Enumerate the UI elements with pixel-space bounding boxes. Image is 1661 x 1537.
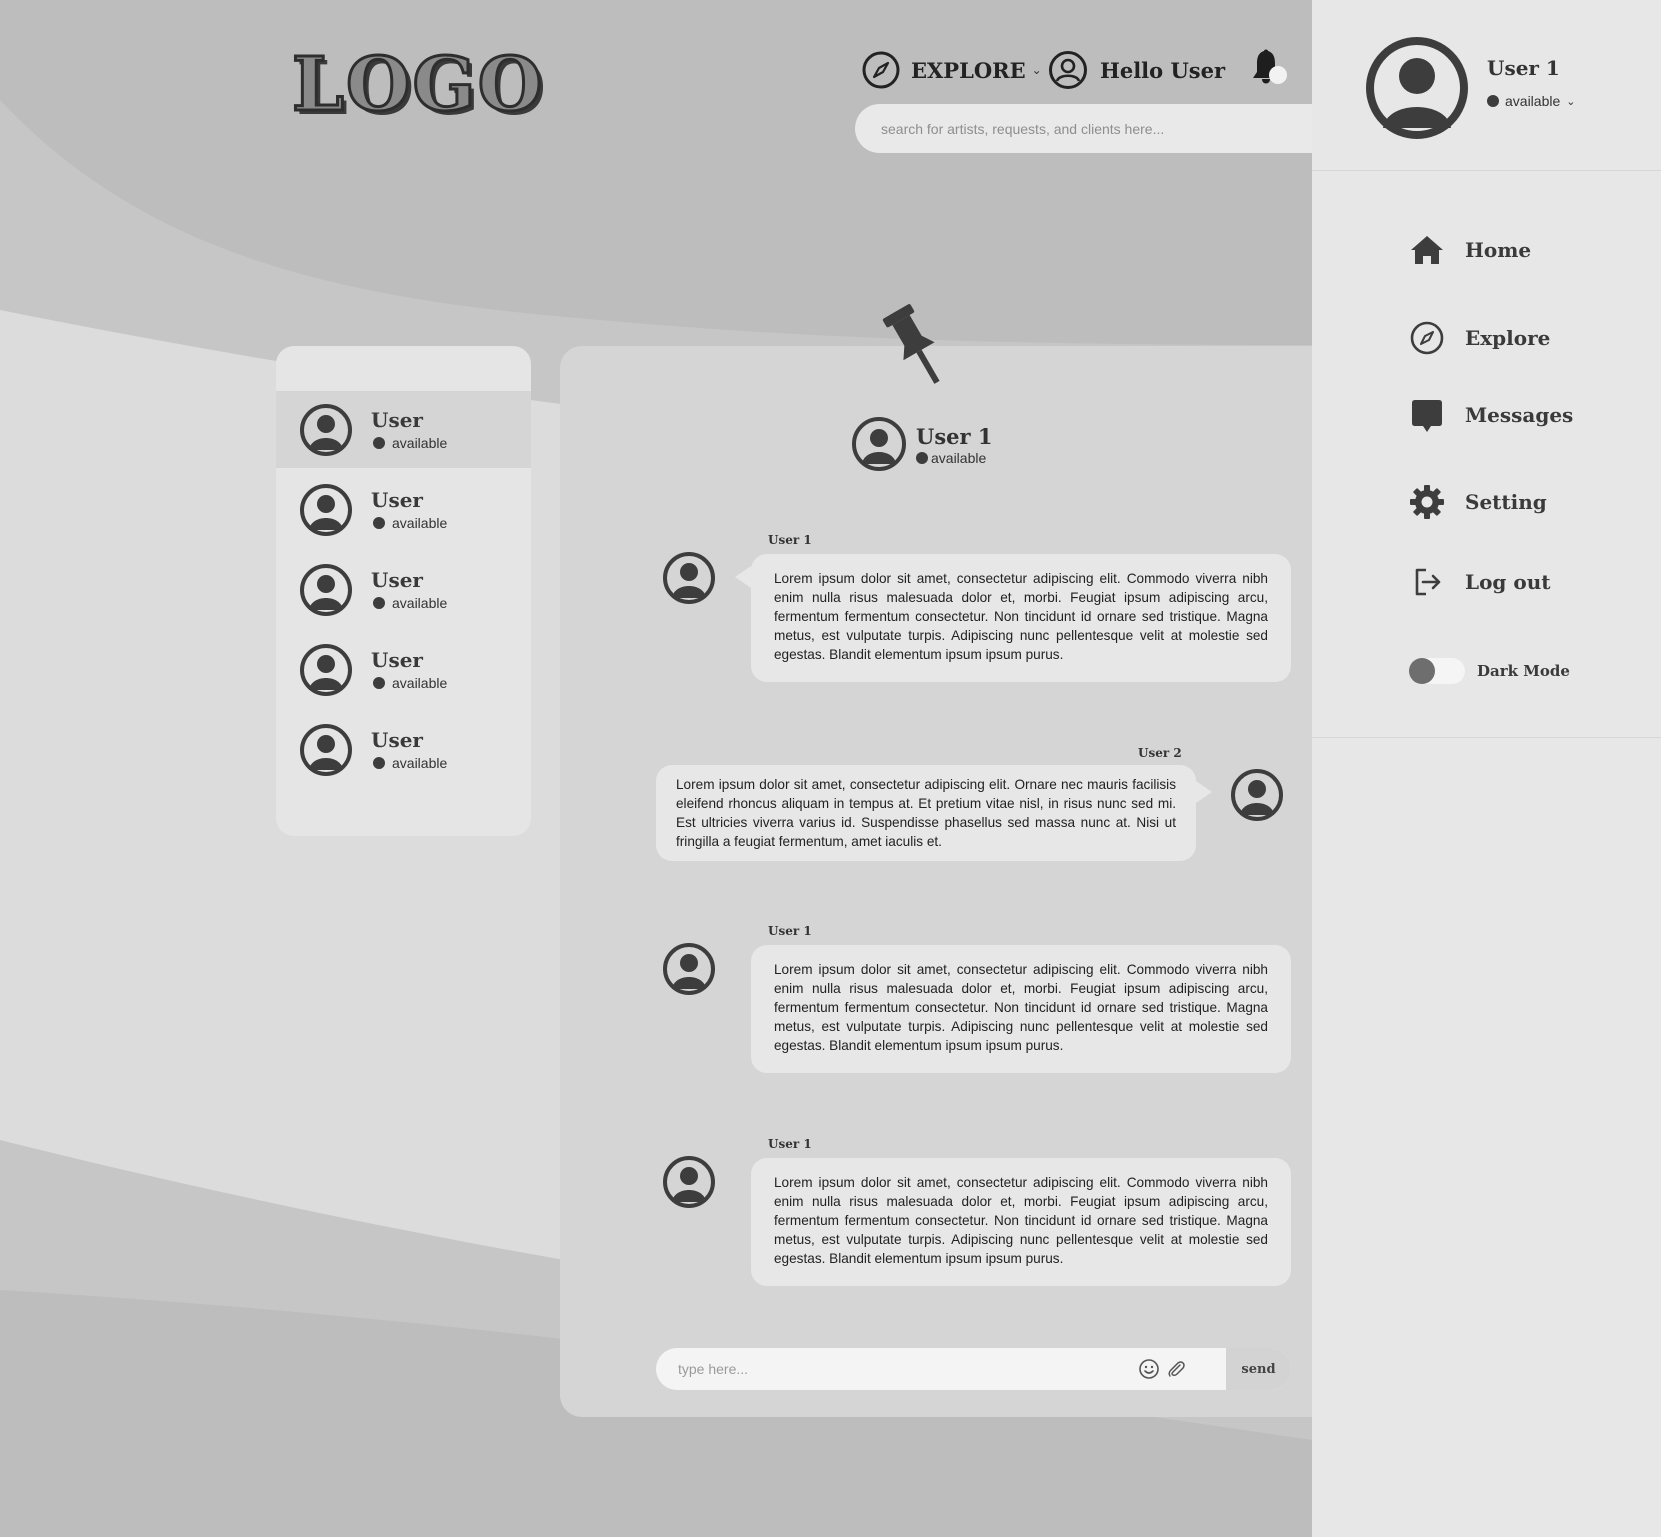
user-icon xyxy=(1049,51,1087,89)
notification-bell-icon[interactable] xyxy=(1246,48,1290,88)
contact-status-label: available xyxy=(392,515,448,531)
sidebar-item-explore[interactable]: Explore xyxy=(1409,320,1550,356)
profile-name: User 1 xyxy=(1487,56,1560,80)
message-text: Lorem ipsum dolor sit amet, consectetur … xyxy=(774,962,1268,1053)
avatar xyxy=(300,644,352,696)
message-sender: User 1 xyxy=(768,1137,812,1151)
greeting-text: Hello User xyxy=(1100,57,1226,83)
contacts-list: User available User available User avail… xyxy=(276,346,531,836)
list-item[interactable]: User available xyxy=(276,631,531,708)
status-dot xyxy=(916,452,928,464)
avatar xyxy=(300,564,352,616)
explore-menu[interactable]: EXPLORE ⌄ xyxy=(861,50,1042,90)
status-dot xyxy=(1487,95,1499,107)
contact-name: User xyxy=(371,728,423,752)
dark-mode-row: Dark Mode xyxy=(1409,658,1570,684)
user-greeting[interactable]: Hello User xyxy=(1048,50,1225,90)
sidebar-item-home[interactable]: Home xyxy=(1409,232,1531,268)
message-text: Lorem ipsum dolor sit amet, consectetur … xyxy=(774,571,1268,662)
message-bubble: Lorem ipsum dolor sit amet, consectetur … xyxy=(735,554,1291,682)
contact-status: available xyxy=(373,515,447,531)
gear-icon xyxy=(1410,485,1444,519)
bubble-tail xyxy=(735,566,751,588)
status-dot xyxy=(373,677,385,689)
status-dot xyxy=(373,597,385,609)
sidebar-item-label: Home xyxy=(1465,238,1532,262)
logo[interactable]: LOGO xyxy=(290,41,544,130)
avatar[interactable] xyxy=(1365,36,1469,140)
sidebar-item-messages[interactable]: Messages xyxy=(1409,397,1573,433)
sidebar: User 1 available ⌄ Home Explore Messages xyxy=(1312,0,1661,1537)
message-text: Lorem ipsum dolor sit amet, consectetur … xyxy=(676,777,1176,849)
profile-status[interactable]: available ⌄ xyxy=(1487,93,1575,109)
sidebar-item-label: Log out xyxy=(1465,570,1551,594)
chat-partner-status-label: available xyxy=(931,450,987,466)
message-input[interactable] xyxy=(678,1348,1118,1390)
send-button[interactable]: send xyxy=(1226,1348,1291,1390)
status-dot xyxy=(373,757,385,769)
contact-name: User xyxy=(371,488,423,512)
contact-name: User xyxy=(371,648,423,672)
message-sender: User 1 xyxy=(768,924,812,938)
contact-status-label: available xyxy=(392,755,448,771)
contact-status-label: available xyxy=(392,675,448,691)
explore-label: EXPLORE xyxy=(911,57,1026,83)
message-icon xyxy=(1412,400,1442,432)
compass-icon xyxy=(1410,321,1444,355)
contact-status-label: available xyxy=(392,435,448,451)
status-dot xyxy=(373,517,385,529)
profile-status-label: available xyxy=(1505,93,1561,109)
avatar xyxy=(663,552,715,604)
contact-name: User xyxy=(371,568,423,592)
logout-icon xyxy=(1415,568,1441,596)
sidebar-item-label: Messages xyxy=(1465,403,1574,427)
list-item[interactable]: User available xyxy=(276,471,531,548)
contact-status-label: available xyxy=(392,595,448,611)
message-bubble: Lorem ipsum dolor sit amet, consectetur … xyxy=(751,1158,1291,1286)
pin-icon[interactable] xyxy=(882,300,950,392)
sidebar-item-logout[interactable]: Log out xyxy=(1409,564,1550,600)
chevron-down-icon: ⌄ xyxy=(1566,95,1576,108)
message-bubble: Lorem ipsum dolor sit amet, consectetur … xyxy=(751,945,1291,1073)
compass-icon xyxy=(862,51,900,89)
dark-mode-toggle[interactable] xyxy=(1409,658,1465,684)
sidebar-item-label: Explore xyxy=(1465,326,1551,350)
chat-partner-status: available xyxy=(916,450,986,466)
avatar xyxy=(300,724,352,776)
message-sender: User 2 xyxy=(1138,746,1182,760)
message-text: Lorem ipsum dolor sit amet, consectetur … xyxy=(774,1175,1268,1266)
search-bar[interactable] xyxy=(855,104,1312,153)
contact-status: available xyxy=(373,675,447,691)
list-item[interactable]: User available xyxy=(276,711,531,788)
home-icon xyxy=(1411,236,1443,264)
divider xyxy=(1312,737,1661,738)
status-dot xyxy=(373,437,385,449)
sidebar-profile: User 1 available ⌄ xyxy=(1312,0,1661,171)
bubble-tail xyxy=(1196,781,1212,803)
list-item[interactable]: User available xyxy=(276,551,531,628)
dark-mode-label: Dark Mode xyxy=(1477,662,1570,680)
attachment-icon[interactable] xyxy=(1166,1359,1186,1379)
contact-status: available xyxy=(373,595,447,611)
avatar xyxy=(663,943,715,995)
avatar xyxy=(300,484,352,536)
message-bubble: Lorem ipsum dolor sit amet, consectetur … xyxy=(656,765,1212,861)
chevron-down-icon: ⌄ xyxy=(1031,63,1042,77)
sidebar-item-label: Setting xyxy=(1465,490,1547,514)
chat-partner-name: User 1 xyxy=(916,424,993,449)
list-item[interactable]: User available xyxy=(276,391,531,468)
avatar xyxy=(663,1156,715,1208)
search-input[interactable] xyxy=(881,120,1286,137)
sidebar-item-setting[interactable]: Setting xyxy=(1409,484,1547,520)
message-sender: User 1 xyxy=(768,533,812,547)
message-composer: send xyxy=(656,1348,1291,1390)
contact-status: available xyxy=(373,435,447,451)
toggle-knob xyxy=(1409,658,1435,684)
avatar xyxy=(1231,769,1283,821)
contact-name: User xyxy=(371,408,423,432)
contact-status: available xyxy=(373,755,447,771)
avatar xyxy=(300,404,352,456)
avatar[interactable] xyxy=(851,416,907,472)
emoji-icon[interactable] xyxy=(1138,1358,1160,1380)
